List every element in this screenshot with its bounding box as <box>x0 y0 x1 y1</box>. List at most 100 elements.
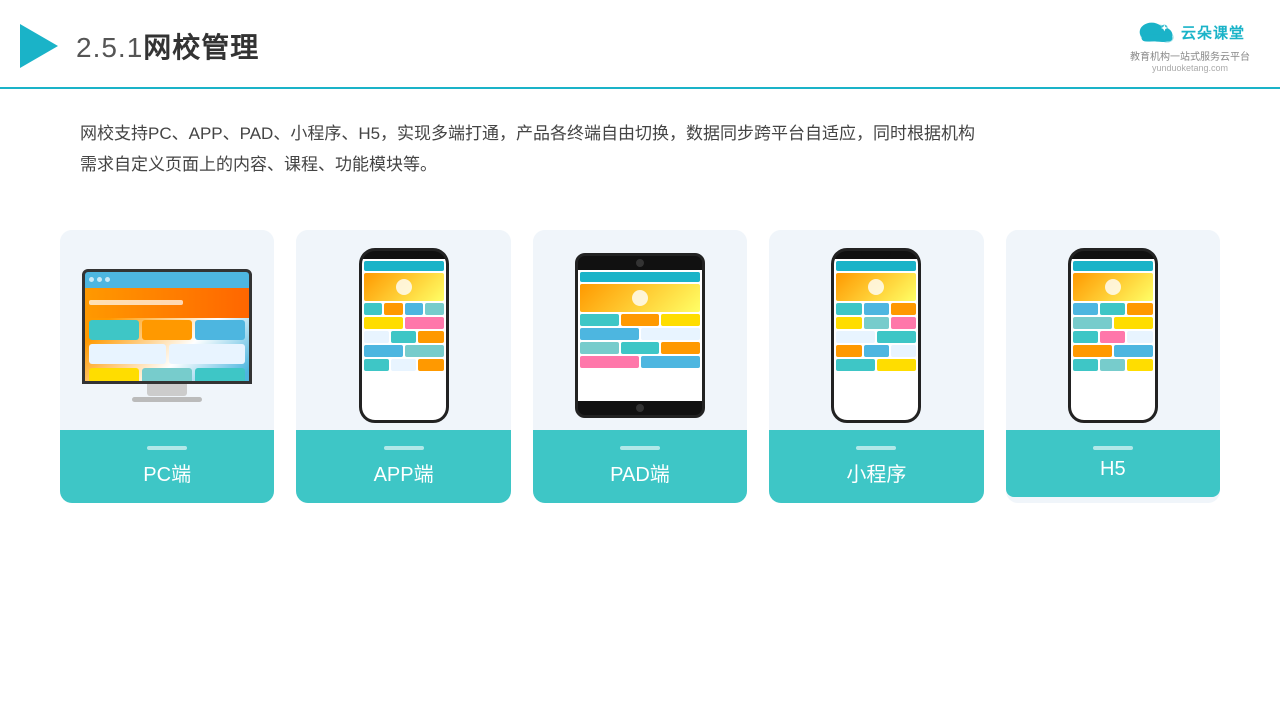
h5-row2 <box>1073 317 1153 329</box>
miniapp-b10 <box>864 345 889 357</box>
app-mini-b12 <box>364 359 389 371</box>
h5-row5 <box>1073 359 1153 371</box>
pc-dot3 <box>105 277 110 282</box>
miniapp-b8 <box>877 331 916 343</box>
play-icon <box>20 24 58 68</box>
card-miniapp: 小程序 <box>769 230 983 503</box>
pad-b9 <box>580 356 639 368</box>
app-phone-notch <box>389 251 419 259</box>
pad-mini-banner <box>580 284 700 312</box>
card-h5-image <box>1006 230 1220 430</box>
card-app-label: APP端 <box>296 430 510 503</box>
pad-mini-row4 <box>580 356 700 368</box>
app-mini-row3 <box>364 331 444 343</box>
pad-b7 <box>621 342 660 354</box>
pad-tablet-screen <box>578 270 702 401</box>
pc-device <box>82 269 252 402</box>
pc-box7 <box>142 368 192 384</box>
pc-box8 <box>195 368 245 384</box>
card-pc-image <box>60 230 274 430</box>
app-phone-device <box>359 248 449 423</box>
app-mini-b14 <box>418 359 443 371</box>
pc-screen-bar <box>85 272 249 288</box>
h5-b10 <box>1114 345 1153 357</box>
miniapp-b12 <box>836 359 875 371</box>
h5-b4 <box>1073 317 1112 329</box>
app-mini-b4 <box>425 303 444 315</box>
pc-dot2 <box>97 277 102 282</box>
miniapp-phone-body <box>831 248 921 423</box>
app-mini-b2 <box>384 303 403 315</box>
miniapp-row1 <box>836 303 916 315</box>
h5-phone-notch <box>1098 251 1128 259</box>
description-paragraph: 网校支持PC、APP、PAD、小程序、H5，实现多端打通，产品各终端自由切换，数… <box>80 119 1200 180</box>
pad-screen-content <box>578 270 702 372</box>
pc-banner <box>85 288 249 318</box>
miniapp-b1 <box>836 303 861 315</box>
miniapp-b9 <box>836 345 861 357</box>
card-h5: H5 <box>1006 230 1220 503</box>
pad-b10 <box>641 356 700 368</box>
h5-row1 <box>1073 303 1153 315</box>
pc-screen <box>85 288 249 384</box>
pad-b8 <box>661 342 700 354</box>
description-text: 网校支持PC、APP、PAD、小程序、H5，实现多端打通，产品各终端自由切换，数… <box>0 89 1280 190</box>
pad-b2 <box>621 314 660 326</box>
pad-mini-row2 <box>580 328 700 340</box>
app-mini-b8 <box>391 331 416 343</box>
h5-row4 <box>1073 345 1153 357</box>
pad-tablet-home <box>636 259 644 267</box>
pc-box5 <box>169 344 246 364</box>
miniapp-phone-screen <box>834 259 918 420</box>
app-mini-b10 <box>364 345 403 357</box>
card-pc-label: PC端 <box>60 430 274 503</box>
card-pad-label: PAD端 <box>533 430 747 503</box>
miniapp-b5 <box>864 317 889 329</box>
pc-box4 <box>89 344 166 364</box>
h5-b6 <box>1073 331 1098 343</box>
app-banner-face <box>396 279 412 295</box>
app-mini-row2 <box>364 317 444 329</box>
pc-box6 <box>89 368 139 384</box>
miniapp-b11 <box>891 345 916 357</box>
card-label-bar-app <box>384 446 424 450</box>
app-mini-header <box>364 261 444 271</box>
app-mini-b13 <box>391 359 416 371</box>
pc-row1 <box>85 318 249 342</box>
miniapp-row5 <box>836 359 916 371</box>
page-title: 2.5.1网校管理 <box>76 26 259 66</box>
pad-b6 <box>580 342 619 354</box>
miniapp-b3 <box>891 303 916 315</box>
app-mini-row4 <box>364 345 444 357</box>
miniapp-b13 <box>877 359 916 371</box>
h5-row3 <box>1073 331 1153 343</box>
card-label-bar-pc <box>147 446 187 450</box>
h5-mini-banner <box>1073 273 1153 301</box>
h5-b9 <box>1073 345 1112 357</box>
logo-url: yunduoketang.com <box>1152 63 1228 73</box>
pad-b1 <box>580 314 619 326</box>
pad-mini-row3 <box>580 342 700 354</box>
pad-b4 <box>580 328 639 340</box>
pc-row3 <box>85 366 249 384</box>
pad-mini-header <box>580 272 700 282</box>
card-pad: PAD端 <box>533 230 747 503</box>
logo-area: 云朵课堂 教育机构一站式服务云平台 yunduoketang.com <box>1130 18 1250 73</box>
h5-screen-content <box>1071 259 1155 375</box>
pc-dot1 <box>89 277 94 282</box>
card-app-image <box>296 230 510 430</box>
h5-b3 <box>1127 303 1152 315</box>
miniapp-row2 <box>836 317 916 329</box>
h5-b8 <box>1127 331 1152 343</box>
app-screen-content <box>362 259 446 375</box>
app-mini-row1 <box>364 303 444 315</box>
app-mini-b1 <box>364 303 383 315</box>
miniapp-row3 <box>836 331 916 343</box>
card-label-bar-miniapp <box>856 446 896 450</box>
app-mini-b3 <box>405 303 424 315</box>
title-name: 网校管理 <box>143 32 259 63</box>
h5-b1 <box>1073 303 1098 315</box>
card-miniapp-image <box>769 230 983 430</box>
miniapp-b7 <box>836 331 875 343</box>
h5-banner-face <box>1105 279 1121 295</box>
